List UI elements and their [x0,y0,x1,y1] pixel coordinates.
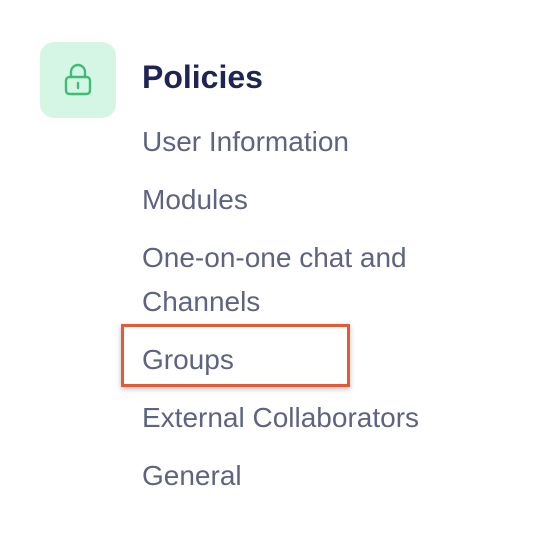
nav-item-groups[interactable]: Groups [142,338,442,396]
section-title: Policies [142,59,263,95]
policies-icon-tile [40,42,116,118]
nav-item-general[interactable]: General [142,454,442,512]
nav-item-modules[interactable]: Modules [142,178,442,236]
lock-icon [64,63,92,96]
nav-item-external-collaborators[interactable]: External Collaborators [142,396,442,454]
policies-nav-list: User Information Modules One-on-one chat… [142,120,442,512]
nav-item-user-information[interactable]: User Information [142,120,442,178]
nav-item-one-on-one-chat-and-channels[interactable]: One-on-one chat and Channels [142,236,442,338]
